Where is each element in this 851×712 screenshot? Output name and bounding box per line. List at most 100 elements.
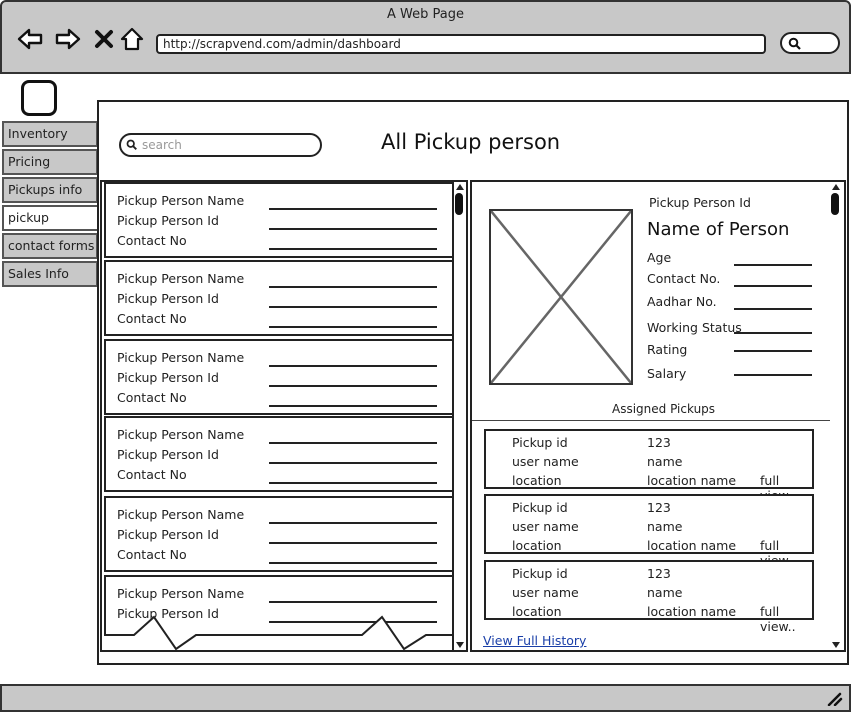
name-label: Pickup Person Name (117, 193, 245, 208)
scroll-down-arrow-icon[interactable] (832, 642, 840, 648)
detail-scrollbar[interactable] (830, 182, 844, 650)
person-name: Name of Person (647, 219, 790, 240)
resize-grip-icon[interactable] (827, 692, 843, 706)
name-label: Pickup Person Name (117, 350, 245, 365)
working-status-label: Working Status (647, 320, 742, 335)
pickup-card[interactable]: Pickup id 123 user name name location lo… (484, 494, 814, 568)
name-value-line (269, 601, 437, 603)
scroll-up-arrow-icon[interactable] (832, 184, 840, 190)
scroll-up-arrow-icon[interactable] (456, 184, 464, 190)
user-name-value: name (647, 519, 683, 534)
window-title: A Web Page (387, 7, 464, 22)
contact-value-line (269, 248, 437, 250)
age-label: Age (647, 250, 672, 265)
user-name-label: user name (512, 454, 579, 469)
contact-value-line (269, 326, 437, 328)
contact-value-line (269, 482, 437, 484)
rating-label: Rating (647, 342, 688, 357)
id-label: Pickup Person Id (117, 370, 219, 385)
detail-scroll-track[interactable] (830, 182, 844, 650)
scroll-thumb[interactable] (831, 193, 839, 215)
sidebar-item-pickup-persons[interactable]: pickup persons (2, 205, 102, 247)
name-label: Pickup Person Name (117, 427, 245, 442)
pickup-card[interactable]: Pickup id 123 user name name location lo… (484, 560, 814, 634)
close-icon[interactable] (90, 26, 118, 52)
list-item[interactable]: Pickup Person Name Pickup Person Id Cont… (104, 260, 454, 336)
home-icon[interactable] (118, 26, 146, 52)
person-detail-panel: Pickup Person Id Name of Person Age Cont… (470, 180, 846, 652)
salary-label: Salary (647, 366, 687, 381)
pickup-id-value: 123 (647, 500, 671, 515)
contact-label: Contact No (117, 311, 187, 326)
browser-toolbar: A Web Page http://scrapvend.com/admin/da… (0, 0, 851, 74)
person-id-label: Pickup Person Id (649, 195, 751, 210)
location-value: location name (647, 473, 737, 488)
contact-label: Contact No (117, 390, 187, 405)
torn-edge (104, 615, 454, 650)
sidebar-item-contact-forms[interactable]: contact forms (2, 233, 98, 259)
id-label: Pickup Person Id (117, 447, 219, 462)
name-value-line (269, 365, 437, 367)
user-name-value: name (647, 454, 683, 469)
view-full-history-link[interactable]: View Full History (483, 633, 586, 648)
id-label: Pickup Person Id (117, 213, 219, 228)
forward-arrow-icon[interactable] (54, 26, 82, 52)
location-label: location (512, 604, 562, 619)
contact-label: Contact No (117, 547, 187, 562)
user-name-label: user name (512, 519, 579, 534)
list-scrollbar[interactable] (452, 182, 466, 650)
id-value-line (269, 542, 437, 544)
section-divider (472, 420, 836, 421)
id-label: Pickup Person Id (117, 527, 219, 542)
sidebar-item-sales-info[interactable]: Sales Info (2, 261, 98, 287)
sidebar-item-pickups-info[interactable]: Pickups info (2, 177, 98, 203)
working-status-value-line (734, 332, 812, 334)
location-label: location (512, 538, 562, 553)
list-item[interactable]: Pickup Person Name Pickup Person Id Cont… (104, 182, 454, 258)
id-value-line (269, 385, 437, 387)
list-item[interactable]: Pickup Person Name Pickup Person Id Cont… (104, 339, 454, 415)
id-value-line (269, 306, 437, 308)
search-input[interactable]: search (119, 133, 322, 157)
main-content: search All Pickup person Pickup Person N… (97, 100, 849, 665)
pickup-id-label: Pickup id (512, 566, 568, 581)
status-bar (0, 684, 851, 712)
location-value: location name (647, 604, 737, 619)
rating-value-line (734, 350, 812, 352)
aadhar-label: Aadhar No. (647, 294, 717, 309)
sidebar-item-pricing[interactable]: Pricing (2, 149, 98, 175)
contact-label: Contact No. (647, 271, 721, 286)
location-value: location name (647, 538, 737, 553)
scroll-thumb[interactable] (455, 193, 463, 215)
scroll-down-arrow-icon[interactable] (456, 642, 464, 648)
search-icon (126, 139, 137, 150)
contact-value-line (269, 405, 437, 407)
sidebar-item-inventory[interactable]: Inventory (2, 121, 98, 147)
contact-label: Contact No (117, 233, 187, 248)
assigned-pickups-title: Assigned Pickups (612, 402, 716, 416)
list-item[interactable]: Pickup Person Name Pickup Person Id Cont… (104, 416, 454, 492)
name-value-line (269, 286, 437, 288)
pickup-id-value: 123 (647, 435, 671, 450)
list-item[interactable]: Pickup Person Name Pickup Person Id Cont… (104, 496, 454, 572)
pickup-card[interactable]: Pickup id 123 user name name location lo… (484, 429, 814, 503)
address-bar[interactable]: http://scrapvend.com/admin/dashboard (156, 34, 766, 54)
id-label: Pickup Person Id (117, 291, 219, 306)
photo-placeholder (489, 209, 633, 385)
browser-search-box[interactable] (780, 32, 840, 54)
name-label: Pickup Person Name (117, 586, 245, 601)
age-value-line (734, 264, 812, 266)
list-item[interactable]: Pickup Person Name Pickup Person Id (104, 575, 454, 650)
contact-label: Contact No (117, 467, 187, 482)
name-value-line (269, 522, 437, 524)
name-label: Pickup Person Name (117, 507, 245, 522)
name-value-line (269, 442, 437, 444)
pickup-person-list: Pickup Person Name Pickup Person Id Cont… (100, 180, 468, 652)
contact-value-line (269, 562, 437, 564)
back-arrow-icon[interactable] (16, 26, 44, 52)
pickup-id-label: Pickup id (512, 435, 568, 450)
aadhar-value-line (734, 308, 812, 310)
name-label: Pickup Person Name (117, 271, 245, 286)
search-placeholder: search (142, 138, 182, 152)
full-view-link[interactable]: full view.. (760, 604, 812, 634)
